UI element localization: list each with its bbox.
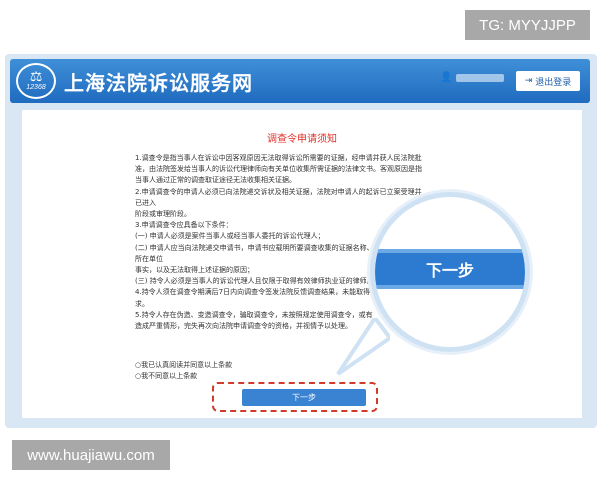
callout-tail xyxy=(336,318,390,376)
logout-icon: ⇥ xyxy=(524,76,533,86)
logo-number: 12368 xyxy=(26,84,46,91)
next-button-highlight xyxy=(212,382,378,412)
user-name-blurred xyxy=(456,73,505,82)
site-title: 上海法院诉讼服务网 xyxy=(64,71,253,95)
user-info: 👤 xyxy=(440,72,505,83)
zoom-callout: 下一步 xyxy=(370,192,530,352)
notice-title: 调查令申请须知 xyxy=(267,134,337,145)
logout-label: 退出登录 xyxy=(535,77,572,88)
notice-paragraph: 阶段或审理阶段。 xyxy=(135,210,191,219)
watermark-top: TG: MYYJJPP xyxy=(465,10,590,40)
watermark-bottom: www.huajiawu.com xyxy=(12,440,170,470)
agreement-options: ○我已认真阅读并同意以上条款 ○我不同意以上条款 xyxy=(135,360,232,382)
court-logo: ⚖ 12368 xyxy=(16,63,56,99)
agree-radio[interactable]: ○我已认真阅读并同意以上条款 xyxy=(135,360,232,371)
scale-icon: ⚖ xyxy=(29,69,43,85)
user-icon: 👤 xyxy=(440,72,453,83)
site-header: ⚖ 12368 上海法院诉讼服务网 👤 ⇥ 退出登录 xyxy=(10,59,590,103)
disagree-radio[interactable]: ○我不同意以上条款 xyxy=(135,371,232,382)
notice-paragraph: 2.申请调查令的申请人必须已向法院递交诉状及相关证据，法院对申请人的起诉已立案受… xyxy=(135,187,422,207)
logout-button[interactable]: ⇥ 退出登录 xyxy=(516,71,580,91)
zoomed-next-button[interactable]: 下一步 xyxy=(375,249,525,289)
notice-paragraph: 1.调查令是指当事人在诉讼中因客观原因无法取得诉讼所需要的证据，经申请并获人民法… xyxy=(135,154,422,185)
